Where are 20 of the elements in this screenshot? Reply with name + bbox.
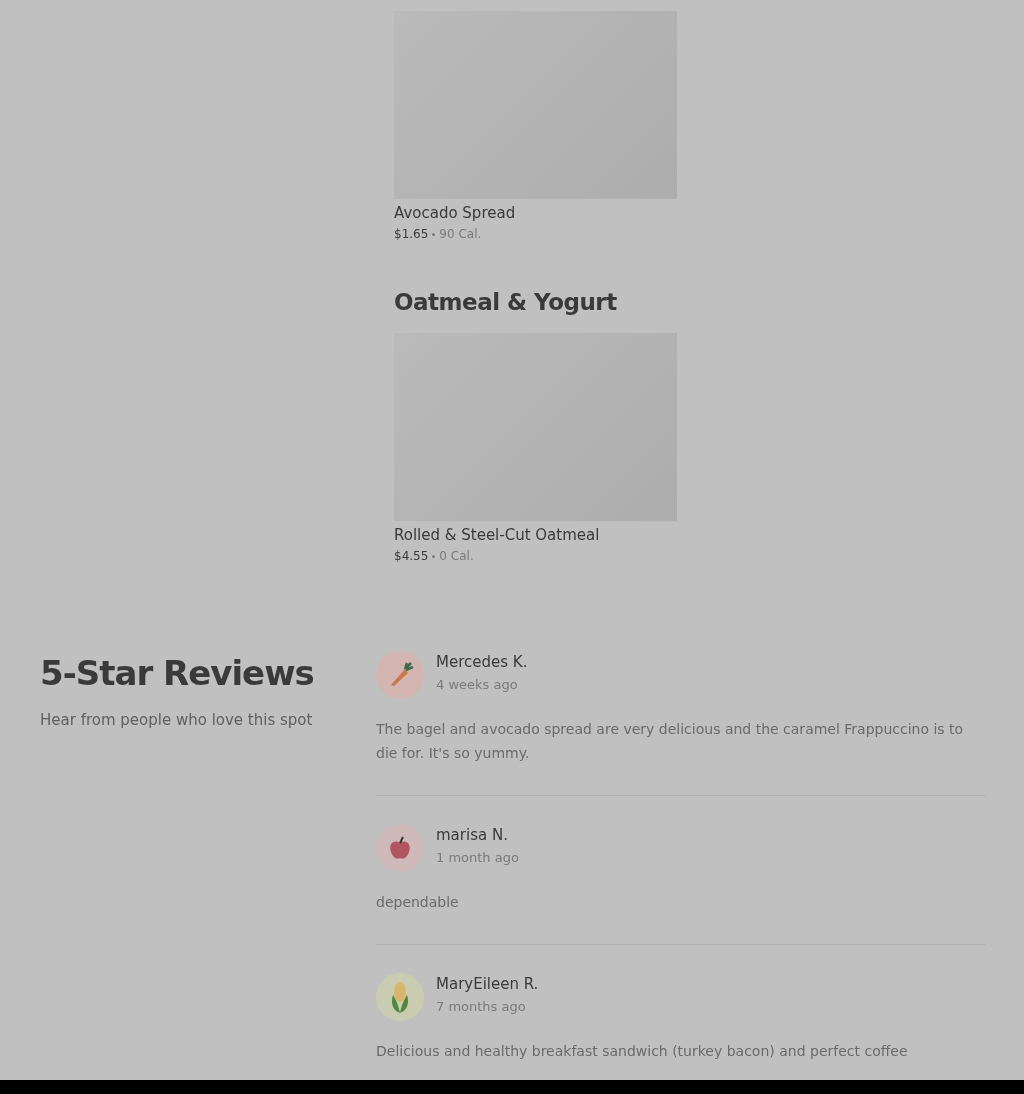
review-text: dependable <box>376 893 460 912</box>
separator-dot <box>432 554 436 558</box>
item-calories: 90 Cal. <box>439 227 482 241</box>
review-time: 7 months ago <box>436 999 527 1014</box>
reviewer-name: Mercedes K. <box>436 653 528 671</box>
review-text: Delicious and healthy breakfast sandwich (turkey bacon) and perfect coffee <box>376 1042 909 1061</box>
reviewer-name: marisa N. <box>436 826 509 844</box>
item-name[interactable]: Rolled & Steel-Cut Oatmeal <box>394 526 677 544</box>
section-heading: Oatmeal & Yogurt <box>394 289 618 315</box>
separator-dot <box>432 232 436 236</box>
item-calories: 0 Cal. <box>439 549 474 563</box>
item-price: $4.55 <box>394 549 429 563</box>
item-name[interactable]: Avocado Spread <box>394 204 677 222</box>
item-price: $1.65 <box>394 227 429 241</box>
review-time: 4 weeks ago <box>436 677 519 692</box>
reviews-subtitle: Hear from people who love this spot <box>40 711 314 729</box>
reviewer-name: MaryEileen R. <box>436 975 539 993</box>
review-text: The bagel and avocado spread are very delicious and the caramel Frappuccino is to die for. It's so yummy. <box>376 720 965 763</box>
review-time: 1 month ago <box>436 850 519 865</box>
reviews-title: 5-Star Reviews <box>40 652 315 695</box>
